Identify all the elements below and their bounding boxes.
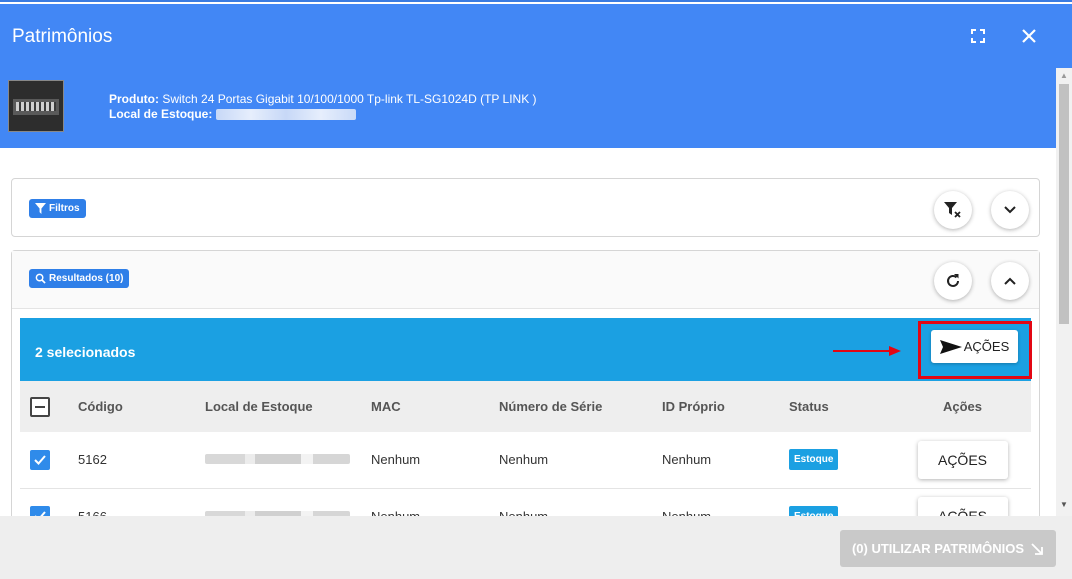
column-header[interactable]: Status: [789, 381, 894, 432]
collapse-results-button[interactable]: [991, 262, 1029, 300]
table-row[interactable]: 5162 Nenhum Nenhum Nenhum Estoque AÇÕES: [20, 432, 1031, 488]
column-header[interactable]: Código: [78, 381, 205, 432]
red-arrow-annotation-icon: [833, 346, 901, 356]
results-header: Resultados (10): [12, 251, 1039, 309]
cell-mac: Nenhum: [371, 508, 421, 517]
dialog-titlebar: Patrimônios: [0, 4, 1072, 68]
chevron-up-icon: [1004, 277, 1016, 285]
cell-mac: Nenhum: [371, 452, 421, 468]
selection-count: 2 selecionados: [35, 344, 136, 360]
status-badge: Estoque: [789, 449, 839, 471]
cell-own-id: Nenhum: [662, 452, 712, 468]
row-actions-button[interactable]: AÇÕES: [917, 440, 1008, 479]
column-header[interactable]: ID Próprio: [662, 381, 789, 432]
row-checkbox[interactable]: [30, 506, 50, 516]
selection-bar: 2 selecionados AÇÕES: [20, 318, 1032, 381]
results-chip-label: Resultados (10): [49, 273, 124, 284]
row-actions-button[interactable]: AÇÕES: [917, 497, 1008, 516]
row-checkbox[interactable]: [30, 449, 50, 470]
cell-code: 5166: [78, 508, 107, 517]
product-label: Produto:: [109, 92, 159, 106]
dialog-title: Patrimônios: [12, 26, 113, 47]
close-icon[interactable]: [1017, 24, 1041, 48]
status-badge: Estoque: [789, 505, 839, 516]
cell-serial: Nenhum: [499, 508, 549, 517]
cell-own-id: Nenhum: [662, 508, 712, 517]
column-header[interactable]: MAC: [371, 381, 499, 432]
table-header-row: Código Local de Estoque MAC Número de Sé…: [20, 381, 1031, 432]
column-header[interactable]: Local de Estoque: [205, 381, 371, 432]
send-icon: [939, 339, 962, 354]
product-name: Switch 24 Portas Gigabit 10/100/1000 Tp-…: [162, 92, 537, 106]
search-icon: [35, 273, 46, 284]
results-card: Resultados (10) 2 selecionados AÇÕES Cód…: [11, 250, 1040, 516]
product-header: Produto: Switch 24 Portas Gigabit 10/100…: [0, 68, 1056, 148]
location-value-redacted: [215, 109, 356, 121]
dialog-footer: (0) UTILIZAR PATRIMÔNIOS: [0, 516, 1072, 579]
cell-serial: Nenhum: [499, 452, 549, 468]
cell-code: 5162: [78, 452, 107, 468]
arrow-down-right-icon: [1031, 542, 1043, 555]
filter-icon: [35, 203, 46, 214]
use-assets-label: (0) UTILIZAR PATRIMÔNIOS: [851, 541, 1025, 556]
select-all-checkbox[interactable]: [30, 397, 50, 417]
assets-table: Código Local de Estoque MAC Número de Sé…: [20, 381, 1031, 516]
clear-filter-button[interactable]: [934, 191, 972, 229]
use-assets-button[interactable]: (0) UTILIZAR PATRIMÔNIOS: [840, 530, 1056, 567]
fullscreen-icon[interactable]: [966, 24, 990, 48]
scrollbar-thumb[interactable]: [1059, 84, 1069, 324]
column-header[interactable]: Número de Série: [499, 381, 662, 432]
patrimonios-dialog: Patrimônios Produto: Switch 24 Portas Gi…: [0, 0, 1072, 579]
filters-chip[interactable]: Filtros: [29, 199, 86, 218]
location-label: Local de Estoque:: [109, 107, 213, 121]
bulk-actions-button[interactable]: AÇÕES: [931, 330, 1018, 363]
results-chip[interactable]: Resultados (10): [29, 269, 130, 288]
refresh-icon: [947, 274, 959, 287]
cell-location-redacted: [205, 454, 350, 465]
product-image: [8, 80, 64, 132]
filters-card: Filtros: [11, 178, 1040, 237]
vertical-scrollbar[interactable]: ▲ ▼: [1056, 68, 1072, 516]
refresh-button[interactable]: [934, 262, 972, 300]
bulk-actions-label: AÇÕES: [963, 339, 1010, 354]
table-row[interactable]: 5166 Nenhum Nenhum Nenhum Estoque AÇÕES: [20, 488, 1031, 516]
scroll-down-arrow-icon[interactable]: ▼: [1060, 500, 1068, 509]
dialog-content: Filtros Resultados (10) 2 selecionados A…: [0, 148, 1056, 516]
filters-chip-label: Filtros: [49, 203, 80, 214]
scroll-up-arrow-icon[interactable]: ▲: [1060, 71, 1068, 80]
chevron-down-icon: [1004, 206, 1016, 214]
clear-filter-icon: [944, 202, 961, 218]
product-info: Produto: Switch 24 Portas Gigabit 10/100…: [109, 92, 537, 122]
expand-filters-button[interactable]: [991, 191, 1029, 229]
column-header: Ações: [942, 399, 983, 414]
